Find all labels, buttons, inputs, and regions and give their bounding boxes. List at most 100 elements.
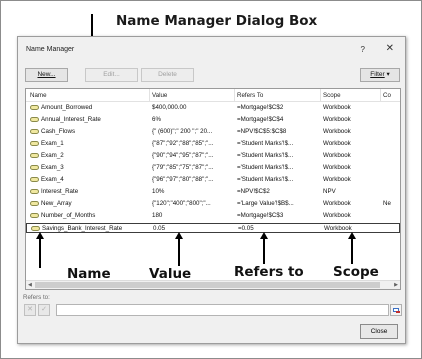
list-item[interactable]: Exam_2 {"90";"94";"95";"87";"... ='Student…: [26, 151, 400, 161]
cancel-edit-icon[interactable]: ✕: [24, 304, 36, 316]
row-scope: Workbook: [324, 225, 352, 232]
row-value: 0.05: [153, 225, 166, 232]
row-name: Amount_Borrowed: [41, 104, 93, 111]
row-value: $400,000.00: [152, 104, 187, 111]
scrollbar-thumb[interactable]: [35, 282, 380, 288]
row-refers-to: ='Student Marks'!$...: [237, 176, 294, 183]
row-value: {"120";"400";"800";"...: [152, 200, 211, 207]
name-range-icon: [30, 201, 39, 206]
close-button[interactable]: Close: [360, 324, 398, 339]
row-name: New_Array: [41, 200, 72, 207]
row-scope: Workbook: [323, 152, 351, 159]
scroll-right-icon[interactable]: ▶: [394, 282, 398, 288]
row-value: {"79";"85";"75";"87";"...: [152, 164, 214, 171]
name-manager-dialog: Name Manager ? ✕ New... Edit... Delete F…: [17, 36, 406, 344]
row-name: Interest_Rate: [41, 188, 79, 195]
delete-button-label: Delete: [158, 71, 177, 78]
row-name: Exam_1: [41, 140, 64, 147]
row-refers-to: =Mortgage!$C$2: [237, 104, 284, 111]
name-range-icon: [30, 189, 39, 194]
row-name: Exam_2: [41, 152, 64, 159]
list-item[interactable]: Cash_Flows {" (600)";" 200 ";" 20... =NPV!…: [26, 127, 400, 137]
column-header-comment[interactable]: Co: [383, 92, 391, 99]
row-value: {"87";"92";"88";"85";"...: [152, 140, 214, 147]
refers-to-field[interactable]: [56, 304, 389, 316]
delete-button[interactable]: Delete: [141, 68, 194, 82]
edit-button[interactable]: Edit...: [85, 68, 138, 82]
annotation-value: Value: [149, 266, 192, 282]
row-scope: Workbook: [323, 116, 351, 123]
list-item[interactable]: Exam_1 {"87";"92";"88";"85";"... ='Student…: [26, 139, 400, 149]
name-arrow-shaft: [39, 238, 41, 268]
name-range-icon: [30, 153, 39, 158]
refers-to-arrow-shaft: [263, 238, 265, 264]
row-refers-to: ='Student Marks'!$...: [237, 140, 294, 147]
scope-arrow-shaft: [351, 238, 353, 264]
name-range-icon: [30, 165, 39, 170]
name-range-icon: [30, 177, 39, 182]
row-value: {"90";"94";"95";"87";"...: [152, 152, 214, 159]
list-item[interactable]: Annual_Interest_Rate 6% =Mortgage!$C$4 Work…: [26, 115, 400, 125]
list-item[interactable]: Exam_4 {"96";"97";"80";"88";"... ='Student…: [26, 175, 400, 185]
list-item[interactable]: New_Array {"120";"400";"800";"... ='Large …: [26, 199, 400, 209]
confirm-edit-icon[interactable]: ✓: [38, 304, 50, 316]
row-scope: Workbook: [323, 104, 351, 111]
row-value: 10%: [152, 188, 165, 195]
row-value: {" (600)";" 200 ";" 20...: [152, 128, 213, 135]
row-scope: Workbook: [323, 176, 351, 183]
filter-button-label: Filter: [370, 71, 385, 78]
annotation-refers-to: Refers to: [234, 264, 304, 280]
list-item[interactable]: Amount_Borrowed $400,000.00 =Mortgage!$C$2…: [26, 103, 400, 113]
column-divider[interactable]: [149, 89, 150, 102]
row-name: Cash_Flows: [41, 128, 76, 135]
list-item[interactable]: Interest_Rate 10% =NPV!$C$2 NPV: [26, 187, 400, 197]
annotation-scope: Scope: [333, 264, 379, 280]
row-refers-to: ='Student Marks'!$...: [237, 164, 294, 171]
row-refers-to: ='Student Marks'!$...: [237, 152, 294, 159]
list-item[interactable]: Number_of_Months 180 =Mortgage!$C$3 Workboo…: [26, 211, 400, 221]
new-button[interactable]: New...: [25, 68, 68, 82]
name-range-icon: [30, 117, 39, 122]
annotation-name: Name: [67, 266, 111, 282]
new-button-label: New...: [37, 71, 56, 78]
row-refers-to: ='Large Value'!$B$...: [237, 200, 294, 207]
column-header-scope[interactable]: Scope: [323, 92, 341, 99]
row-scope: Workbook: [323, 164, 351, 171]
list-header: Name Value Refers To Scope Co: [26, 89, 400, 102]
row-scope: Workbook: [323, 128, 351, 135]
name-range-icon: [30, 213, 39, 218]
help-icon[interactable]: ?: [361, 45, 365, 54]
value-arrow-shaft: [178, 238, 180, 266]
column-divider[interactable]: [380, 89, 381, 102]
name-range-icon: [31, 226, 40, 231]
names-list[interactable]: Name Value Refers To Scope Co Amount_Bor…: [25, 88, 401, 290]
column-divider[interactable]: [320, 89, 321, 102]
row-refers-to: =NPV!$C$2: [237, 188, 270, 195]
row-name: Exam_4: [41, 176, 64, 183]
row-value: 180: [152, 212, 163, 219]
scroll-left-icon[interactable]: ◀: [28, 282, 32, 288]
row-name: Exam_3: [41, 164, 64, 171]
name-range-icon: [30, 129, 39, 134]
name-range-icon: [30, 141, 39, 146]
row-value: {"96";"97";"80";"88";"...: [152, 176, 214, 183]
name-range-icon: [30, 105, 39, 110]
column-header-name[interactable]: Name: [30, 92, 47, 99]
row-scope: NPV: [323, 188, 336, 195]
close-icon[interactable]: ✕: [386, 43, 394, 54]
chevron-down-icon: ▾: [386, 71, 390, 78]
collapse-dialog-icon[interactable]: [390, 304, 402, 316]
row-value: 6%: [152, 116, 161, 123]
row-refers-to: =0.05: [238, 225, 254, 232]
row-scope: Workbook: [323, 200, 351, 207]
row-comment: Ne: [383, 200, 391, 207]
column-header-value[interactable]: Value: [152, 92, 167, 99]
row-scope: Workbook: [323, 212, 351, 219]
row-refers-to: =Mortgage!$C$3: [237, 212, 284, 219]
column-header-refers-to[interactable]: Refers To: [237, 92, 263, 99]
filter-button[interactable]: Filter ▾: [360, 68, 400, 82]
list-item[interactable]: Savings_Bank_Interest_Rate 0.05 =0.05 Workb…: [26, 223, 400, 233]
column-divider[interactable]: [234, 89, 235, 102]
list-item[interactable]: Exam_3 {"79";"85";"75";"87";"... ='Student…: [26, 163, 400, 173]
row-name: Annual_Interest_Rate: [41, 116, 101, 123]
